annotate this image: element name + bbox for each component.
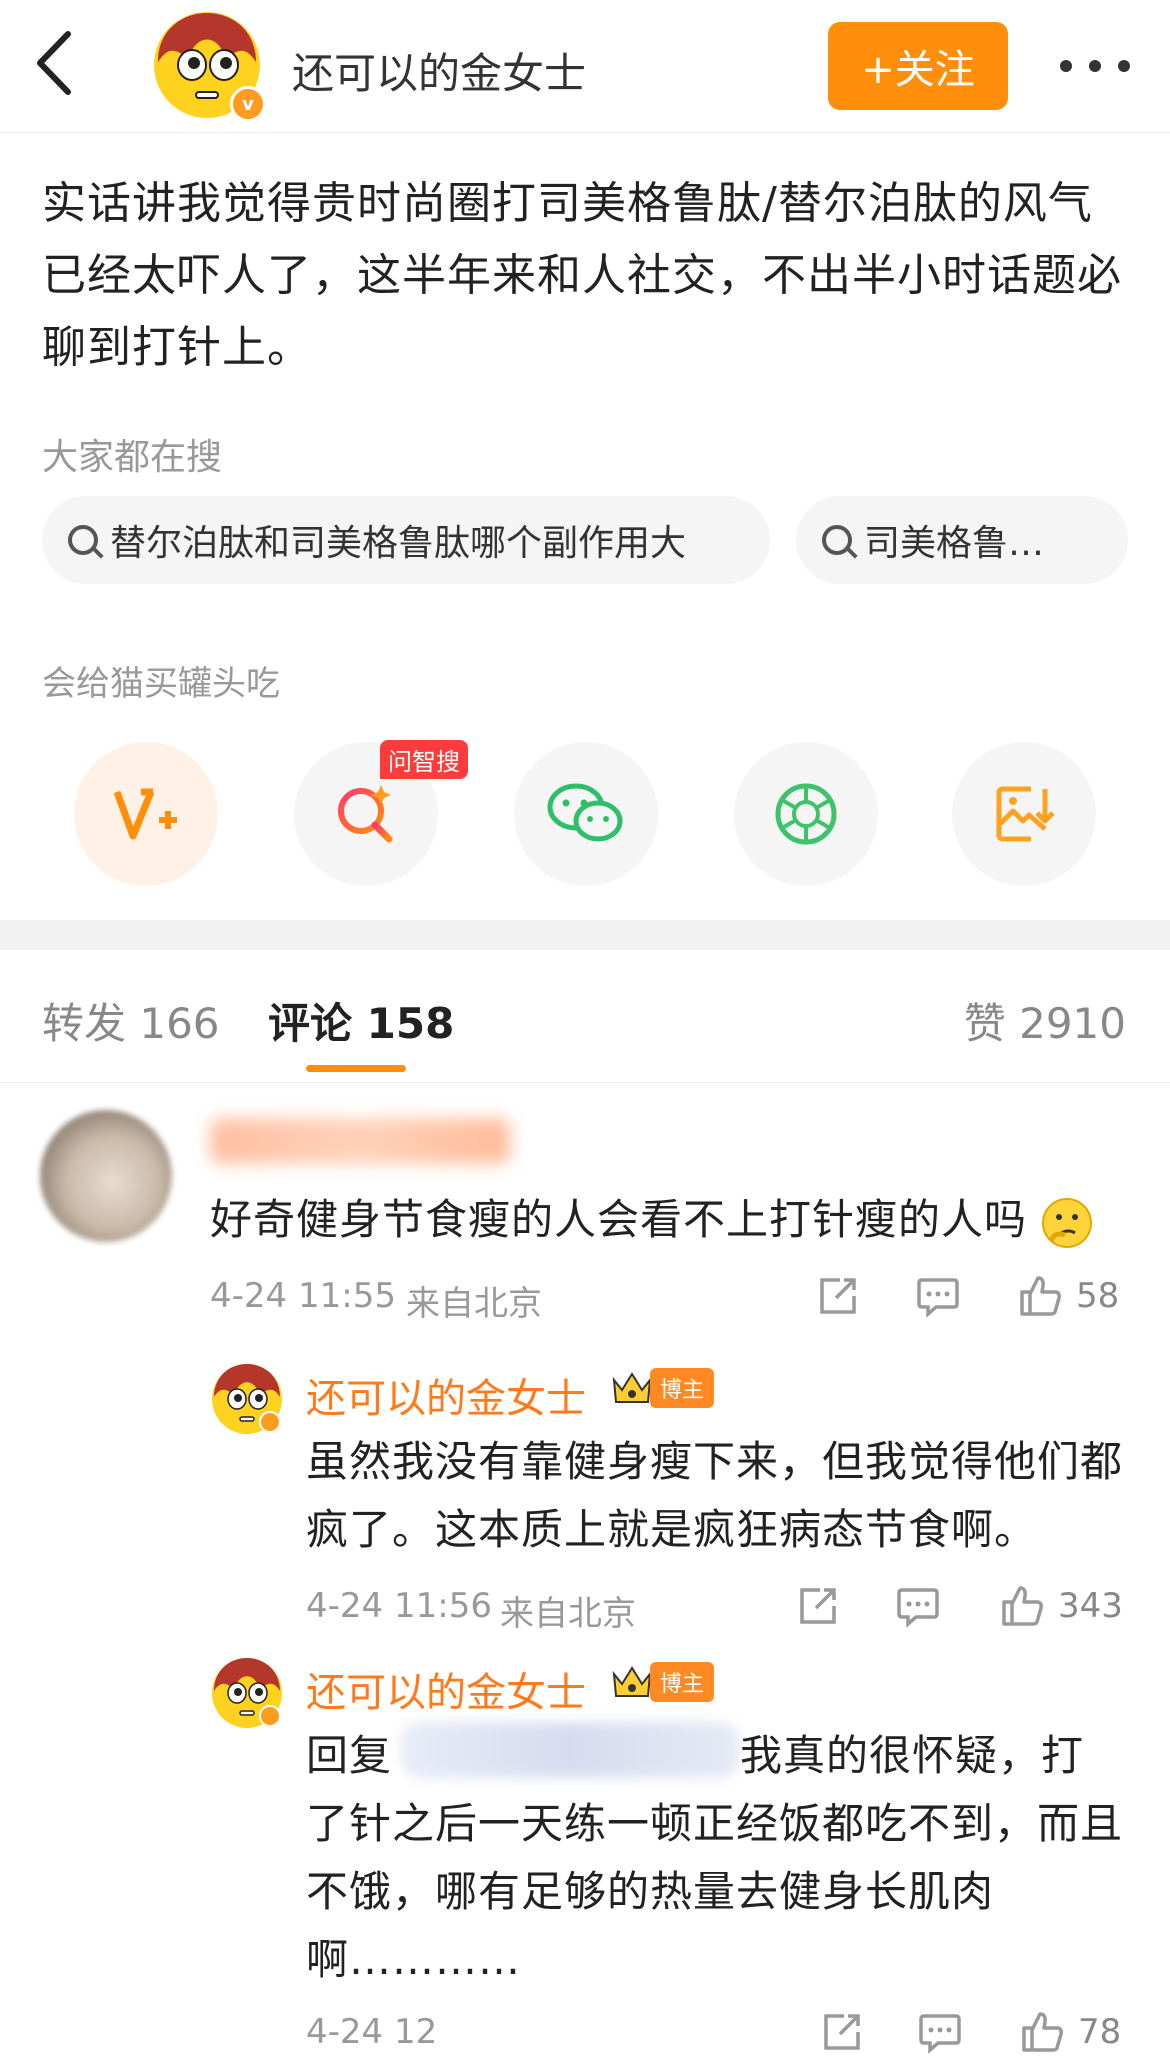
like-button[interactable]: 58 xyxy=(1018,1274,1119,1318)
like-count: 58 xyxy=(1076,1276,1120,1316)
vplus-icon[interactable] xyxy=(74,742,218,886)
thumbs-up-icon xyxy=(1002,1586,1043,1626)
tab-comment[interactable]: 评论 158 xyxy=(268,990,454,1051)
search-icon xyxy=(822,525,852,555)
follow-button[interactable]: +关注 xyxy=(828,22,1008,110)
thumbs-up-icon xyxy=(1020,1276,1061,1316)
comment-text: 好奇健身节食瘦的人会看不上打针瘦的人吗 xyxy=(210,1186,1093,1249)
search-chip[interactable]: 司美格鲁… xyxy=(796,496,1128,584)
thinking-emoji-icon xyxy=(1042,1197,1093,1248)
moments-icon[interactable] xyxy=(734,742,878,886)
reply-location: 来自北京 xyxy=(500,1594,636,1634)
search-chip[interactable]: 替尔泊肽和司美格鲁肽哪个副作用大 xyxy=(42,496,770,584)
author-avatar[interactable] xyxy=(210,1362,284,1436)
search-chip-label: 替尔泊肽和司美格鲁肽哪个副作用大 xyxy=(110,523,687,564)
tab-repost[interactable]: 转发 166 xyxy=(42,990,220,1051)
search-chip-label: 司美格鲁… xyxy=(864,523,1045,564)
back-icon[interactable] xyxy=(34,30,74,96)
more-icon[interactable] xyxy=(1060,46,1130,86)
like-button[interactable]: 78 xyxy=(1020,2010,1121,2054)
verified-badge: v xyxy=(230,86,266,122)
comment-location: 来自北京 xyxy=(406,1284,542,1324)
hot-badge: 问智搜 xyxy=(380,740,468,779)
comment-time: 4-24 11:55 xyxy=(210,1276,396,1316)
reply-text: 虽然我没有靠健身瘦下来，但我觉得他们都疯了。这本质上就是疯狂病态节食啊。 xyxy=(306,1437,1124,1554)
thumbs-up-icon xyxy=(1022,2012,1063,2052)
commenter-name-blurred[interactable] xyxy=(210,1118,510,1164)
crown-icon xyxy=(612,1666,652,1697)
share-icon[interactable] xyxy=(796,1584,840,1628)
divider xyxy=(0,1082,1170,1083)
blogger-badge: 博主 xyxy=(610,1368,715,1408)
post-content: 实话讲我觉得贵时尚圈打司美格鲁肽/替尔泊肽的风气已经太吓人了，这半年来和人社交，… xyxy=(42,178,1122,373)
author-avatar[interactable] xyxy=(210,1656,284,1730)
share-section-title: 会给猫买罐头吃 xyxy=(42,664,280,704)
comment-icon[interactable] xyxy=(896,1586,940,1628)
active-tab-indicator xyxy=(306,1065,406,1072)
comment-icon[interactable] xyxy=(916,1276,960,1318)
reply-time: 4-24 11:56 xyxy=(306,1586,492,1626)
blogger-badge-label: 博主 xyxy=(650,1368,715,1408)
save-image-icon[interactable] xyxy=(952,742,1096,886)
search-icon xyxy=(68,525,98,555)
section-divider xyxy=(0,920,1170,950)
like-count: 78 xyxy=(1078,2012,1122,2052)
like-button[interactable]: 343 xyxy=(1000,1584,1123,1628)
reply-author-name[interactable]: 还可以的金女士 xyxy=(306,1660,586,1718)
tab-like[interactable]: 赞 2910 xyxy=(964,990,1126,1051)
share-icon[interactable] xyxy=(816,1274,860,1318)
author-avatar[interactable]: v xyxy=(152,10,266,122)
commenter-avatar[interactable] xyxy=(40,1110,172,1242)
reply-author-name[interactable]: 还可以的金女士 xyxy=(306,1366,586,1424)
author-name[interactable]: 还可以的金女士 xyxy=(292,40,586,101)
search-section-title: 大家都在搜 xyxy=(42,437,223,478)
blogger-badge: 博主 xyxy=(610,1662,715,1702)
comment-body: 好奇健身节食瘦的人会看不上打针瘦的人吗 xyxy=(210,1195,1028,1244)
crown-icon xyxy=(612,1372,652,1403)
reply-time: 4-24 12 xyxy=(306,2012,438,2052)
wechat-icon[interactable] xyxy=(514,742,658,886)
reply-text: 我真的很怀疑，打了针之后一天练一顿正经饭都吃不到，而且不饿，哪有足够的热量去健身… xyxy=(306,1731,1124,1984)
blogger-badge-label: 博主 xyxy=(650,1662,715,1702)
comment-icon[interactable] xyxy=(918,2012,962,2054)
like-count: 343 xyxy=(1058,1586,1123,1626)
share-icon[interactable] xyxy=(820,2010,864,2054)
